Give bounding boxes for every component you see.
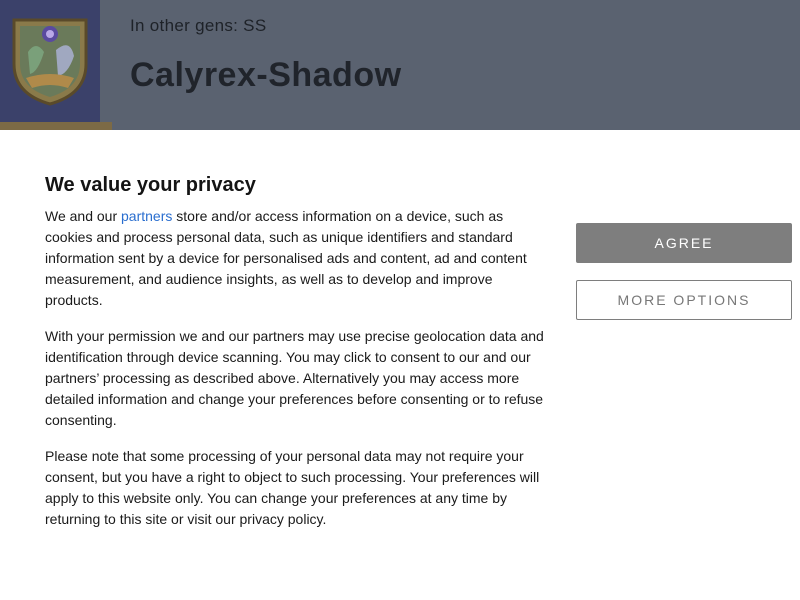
consent-title: We value your privacy — [45, 174, 256, 196]
consent-paragraph-1: We and our partners store and/or access … — [45, 206, 550, 311]
agree-button[interactable]: AGREE — [576, 223, 792, 263]
consent-paragraph-2: With your permission we and our partners… — [45, 328, 544, 428]
partners-link[interactable]: partners — [121, 208, 172, 224]
page-header: In other gens: SS Calyrex-Shadow — [0, 0, 800, 130]
privacy-consent-dialog: We value your privacy We and our partner… — [0, 130, 800, 600]
other-gens-text: In other gens: SS — [130, 16, 267, 35]
crest-logo-icon — [12, 18, 88, 106]
more-options-button[interactable]: MORE OPTIONS — [576, 280, 792, 320]
logo-tile[interactable] — [0, 0, 100, 122]
consent-p1-lead: We and our — [45, 208, 122, 224]
logo-underline — [0, 122, 112, 130]
consent-paragraph-3: Please note that some processing of your… — [45, 448, 540, 527]
page-title: Calyrex-Shadow — [130, 56, 402, 94]
consent-body: We and our partners store and/or access … — [45, 206, 550, 545]
